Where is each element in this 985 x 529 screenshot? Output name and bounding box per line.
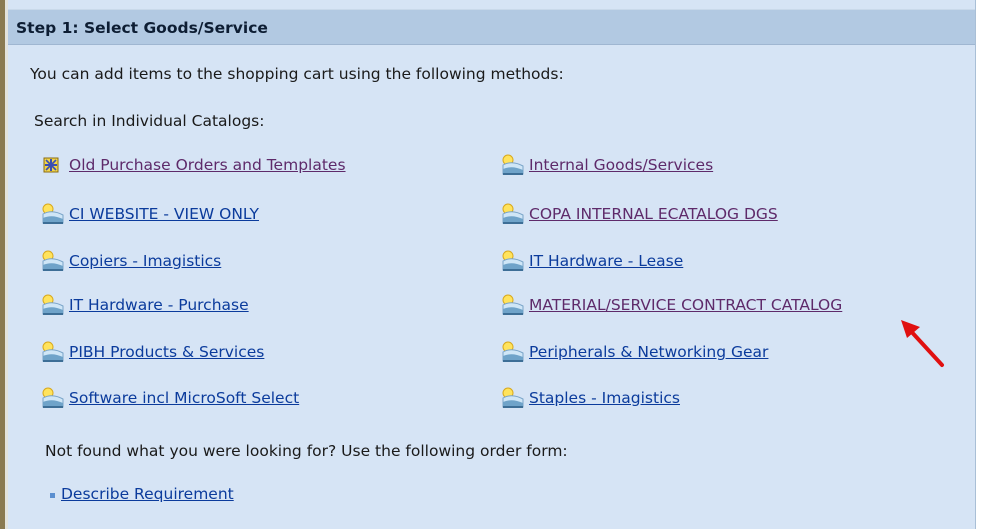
- catalog-link-label[interactable]: Software incl MicroSoft Select: [69, 389, 299, 407]
- catalog-icon: [500, 294, 526, 316]
- not-found-text: Not found what you were looking for? Use…: [45, 442, 568, 460]
- catalog-link-label[interactable]: COPA INTERNAL ECATALOG DGS: [529, 205, 778, 223]
- bullet-icon: [50, 492, 55, 498]
- catalog-icon: [40, 294, 66, 316]
- annotation-arrow-icon: [901, 320, 944, 367]
- catalog-icon: [500, 250, 526, 272]
- catalog-link-label[interactable]: PIBH Products & Services: [69, 343, 264, 361]
- catalog-link-material-service-contract[interactable]: MATERIAL/SERVICE CONTRACT CATALOG: [500, 294, 842, 316]
- catalog-link-old-purchase-orders[interactable]: Old Purchase Orders and Templates: [40, 154, 346, 176]
- catalog-icon: [500, 341, 526, 363]
- catalog-link-label[interactable]: Old Purchase Orders and Templates: [69, 156, 346, 174]
- step-title: Step 1: Select Goods/Service: [16, 19, 268, 37]
- catalog-link-label[interactable]: Peripherals & Networking Gear: [529, 343, 768, 361]
- step-header: Step 1: Select Goods/Service: [8, 9, 975, 45]
- catalog-link-software[interactable]: Software incl MicroSoft Select: [40, 387, 299, 409]
- catalog-link-label[interactable]: MATERIAL/SERVICE CONTRACT CATALOG: [529, 296, 842, 314]
- catalog-link-ci-website[interactable]: CI WEBSITE - VIEW ONLY: [40, 203, 259, 225]
- catalog-link-label[interactable]: Copiers - Imagistics: [69, 252, 221, 270]
- catalog-icon: [40, 341, 66, 363]
- describe-requirement-link[interactable]: Describe Requirement: [50, 485, 234, 503]
- catalog-link-label[interactable]: Internal Goods/Services: [529, 156, 713, 174]
- catalog-link-pibh-products[interactable]: PIBH Products & Services: [40, 341, 264, 363]
- catalog-icon: [500, 154, 526, 176]
- catalog-link-it-hardware-purchase[interactable]: IT Hardware - Purchase: [40, 294, 249, 316]
- catalog-link-staples[interactable]: Staples - Imagistics: [500, 387, 680, 409]
- catalog-link-label[interactable]: Staples - Imagistics: [529, 389, 680, 407]
- catalog-link-label[interactable]: IT Hardware - Lease: [529, 252, 683, 270]
- catalog-icon: [40, 250, 66, 272]
- catalog-icon: [500, 203, 526, 225]
- intro-text: You can add items to the shopping cart u…: [30, 65, 564, 83]
- search-catalogs-label: Search in Individual Catalogs:: [34, 112, 265, 130]
- catalog-link-label[interactable]: CI WEBSITE - VIEW ONLY: [69, 205, 259, 223]
- catalog-link-copiers[interactable]: Copiers - Imagistics: [40, 250, 221, 272]
- catalog-link-label[interactable]: IT Hardware - Purchase: [69, 296, 249, 314]
- select-goods-panel: Step 1: Select Goods/Service You can add…: [8, 0, 976, 529]
- catalog-icon: [500, 387, 526, 409]
- catalog-link-it-hardware-lease[interactable]: IT Hardware - Lease: [500, 250, 683, 272]
- catalog-icon: [40, 203, 66, 225]
- describe-requirement-label[interactable]: Describe Requirement: [61, 485, 234, 503]
- catalog-link-copa-internal[interactable]: COPA INTERNAL ECATALOG DGS: [500, 203, 778, 225]
- catalog-link-internal-goods[interactable]: Internal Goods/Services: [500, 154, 713, 176]
- catalog-link-peripherals[interactable]: Peripherals & Networking Gear: [500, 341, 768, 363]
- catalog-icon: [40, 387, 66, 409]
- templates-icon: [40, 154, 66, 176]
